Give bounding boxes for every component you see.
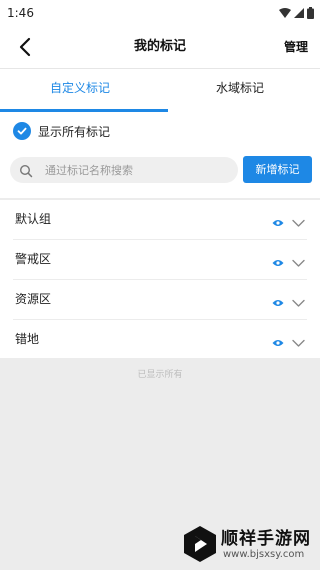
status-bar: 1:46 (0, 0, 320, 26)
status-time: 1:46 (7, 6, 34, 20)
group-label: 资源区 (15, 292, 52, 306)
page-title: 我的标记 (133, 39, 186, 54)
eye-icon[interactable] (272, 213, 284, 226)
watermark-logo-icon (183, 525, 217, 563)
list-item[interactable]: 警戒区 (0, 240, 320, 280)
show-all-label: 显示所有标记 (38, 124, 111, 139)
list-item[interactable]: 资源区 (0, 280, 320, 320)
manage-button[interactable]: 管理 (284, 26, 308, 68)
chevron-down-icon[interactable] (292, 293, 305, 307)
tab-water-marks[interactable]: 水域标记 (160, 69, 320, 112)
watermark-url: www.bjsxsy.com (223, 549, 305, 560)
group-label: 默认组 (15, 212, 52, 226)
eye-icon[interactable] (272, 253, 284, 266)
group-label: 警戒区 (15, 252, 52, 266)
list-item[interactable]: 错地 (0, 320, 320, 360)
tab-bar: 自定义标记 水域标记 (0, 68, 320, 112)
list-end-note: 已显示所有 (137, 370, 183, 380)
list-item[interactable]: 默认组 (0, 200, 320, 240)
add-mark-button[interactable]: 新增标记 (243, 156, 312, 183)
search-box[interactable] (10, 157, 238, 183)
filter-panel: 显示所有标记 新增标记 (0, 112, 320, 198)
tab-custom-marks[interactable]: 自定义标记 (0, 69, 160, 112)
nav-bar: 我的标记 管理 (0, 26, 320, 68)
chevron-down-icon[interactable] (292, 213, 305, 227)
group-label: 错地 (15, 332, 40, 346)
signal-icon (294, 8, 304, 18)
checkmark-icon[interactable] (13, 122, 31, 140)
status-icons (279, 7, 314, 19)
watermark: 顺祥手游网 www.bjsxsy.com (183, 521, 315, 567)
battery-icon (307, 7, 314, 19)
watermark-title: 顺祥手游网 (221, 529, 311, 549)
search-icon (19, 163, 33, 178)
wifi-icon (279, 8, 291, 18)
eye-icon[interactable] (272, 293, 284, 306)
chevron-down-icon[interactable] (292, 333, 305, 347)
eye-icon[interactable] (272, 333, 284, 346)
group-list: 默认组 警戒区 资源区 错地 (0, 200, 320, 358)
back-arrow-icon[interactable] (14, 35, 38, 59)
show-all-toggle[interactable]: 显示所有标记 (13, 122, 110, 140)
search-input[interactable] (43, 162, 227, 178)
chevron-down-icon[interactable] (292, 253, 305, 267)
